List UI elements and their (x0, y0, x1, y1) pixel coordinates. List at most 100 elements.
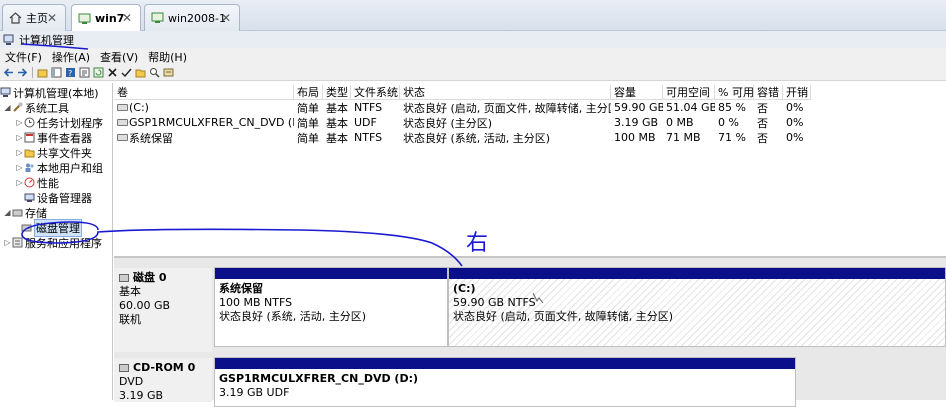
forward-arrow-icon[interactable] (17, 67, 28, 78)
column-header-layout[interactable]: 布局 (294, 85, 323, 100)
users-icon (24, 162, 35, 173)
volume-icon (117, 134, 128, 141)
expand-arrow-icon[interactable]: ▷ (15, 178, 24, 187)
tree-node-device-manager[interactable]: 设备管理器 (24, 190, 92, 205)
settings-icon[interactable] (163, 67, 174, 78)
services-icon (12, 237, 23, 248)
tree-node-disk-management[interactable]: 磁盘管理 (21, 218, 82, 237)
table-cell: 85 % (718, 101, 746, 114)
performance-icon (24, 177, 35, 188)
tree-node-shared-folders[interactable]: ▷ 共享文件夹 (15, 145, 92, 160)
delete-icon[interactable] (107, 67, 118, 78)
menu-view[interactable]: 查看(V) (100, 49, 138, 65)
collapse-arrow-icon[interactable]: ◢ (3, 103, 12, 112)
tab-win2008-1[interactable]: win2008-1 ✕ (144, 4, 240, 31)
column-header-status[interactable]: 状态 (400, 85, 611, 100)
partition-size: 3.19 GB UDF (219, 386, 290, 399)
disk-0-label[interactable]: 磁盘 0 基本 60.00 GB 联机 (114, 268, 212, 352)
device-manager-icon (24, 192, 35, 203)
cd-drive-icon (119, 364, 129, 372)
volume-name-cell: GSP1RMCULXFRER_CN_DVD (D:) (114, 115, 294, 130)
menu-help[interactable]: 帮助(H) (148, 49, 187, 65)
table-cell: 0% (786, 131, 804, 144)
partition-info: GSP1RMCULXFRER_CN_DVD (D:) 3.19 GB UDF (219, 372, 418, 400)
open-folder-icon[interactable] (135, 67, 146, 78)
table-cell: 3.19 GB (614, 116, 659, 129)
up-folder-icon[interactable] (37, 67, 48, 78)
vm-icon (151, 12, 164, 24)
partition-size: 100 MB NTFS (219, 296, 293, 309)
column-header-overhead[interactable]: 开销 (783, 85, 811, 100)
tree-node-local-users[interactable]: ▷ 本地用户和组 (15, 160, 103, 175)
table-cell: 基本 (326, 131, 348, 145)
column-header-percent-free[interactable]: % 可用 (715, 85, 754, 100)
cell-text: (C:) (129, 101, 149, 114)
tree-node-label: 本地用户和组 (37, 161, 103, 175)
tab-label: win2008-1 (168, 11, 226, 25)
clock-icon (24, 117, 35, 128)
toolbar: ? (0, 65, 946, 81)
checkmark-icon[interactable] (121, 67, 132, 78)
tree-node-services-apps[interactable]: ▷ 服务和应用程序 (3, 235, 102, 250)
help-icon[interactable]: ? (65, 67, 76, 78)
tab-label: win7 (95, 12, 125, 25)
tree-node-label: 任务计划程序 (37, 116, 103, 130)
tab-bar: 主页 ✕ win7 ✕ win2008-1 ✕ (0, 0, 946, 32)
menu-action[interactable]: 操作(A) (52, 49, 90, 65)
search-icon[interactable] (149, 67, 160, 78)
tree-node-event-viewer[interactable]: ▷ 事件查看器 (15, 130, 92, 145)
tree-node-system-tools[interactable]: ◢ 系统工具 (3, 100, 69, 115)
window-title-bar: 计算机管理 (0, 31, 946, 48)
column-header-fault-tolerance[interactable]: 容错 (754, 85, 783, 100)
collapse-arrow-icon[interactable]: ◢ (3, 208, 12, 217)
table-cell: 状态良好 (系统, 活动, 主分区) (403, 131, 551, 145)
expand-arrow-icon[interactable]: ▷ (15, 148, 24, 157)
table-cell: 简单 (297, 101, 319, 115)
show-hide-tree-icon[interactable] (51, 67, 62, 78)
column-header-free-space[interactable]: 可用空间 (663, 85, 715, 100)
tree-node-task-scheduler[interactable]: ▷ 任务计划程序 (15, 115, 103, 130)
tab-home[interactable]: 主页 ✕ (2, 4, 66, 31)
column-header-filesystem[interactable]: 文件系统 (351, 85, 400, 100)
properties-icon[interactable] (79, 67, 90, 78)
expand-arrow-icon[interactable]: ▷ (3, 238, 12, 247)
tree-node-label: 设备管理器 (37, 191, 92, 205)
close-icon[interactable]: ✕ (47, 11, 57, 25)
menu-file[interactable]: 文件(F) (5, 49, 42, 65)
disk-type: DVD (119, 375, 144, 388)
column-header-type[interactable]: 类型 (323, 85, 351, 100)
partition-status: 状态良好 (启动, 页面文件, 故障转储, 主分区) (453, 310, 674, 323)
tree-node-performance[interactable]: ▷ 性能 (15, 175, 59, 190)
column-header-capacity[interactable]: 容量 (611, 85, 663, 100)
tree-node-label: 系统工具 (25, 101, 69, 115)
partition-info: (C:) 59.90 GB NTFS 状态良好 (启动, 页面文件, 故障转储,… (453, 282, 673, 324)
cdrom-0-label[interactable]: CD-ROM 0 DVD 3.19 GB (114, 358, 212, 402)
hard-disk-icon (119, 274, 129, 282)
table-cell: NTFS (354, 101, 383, 114)
volume-icon (117, 104, 128, 111)
close-icon[interactable]: ✕ (122, 11, 132, 25)
vm-icon (78, 13, 91, 25)
volume-name-cell: (C:) (114, 100, 294, 115)
column-header-volume[interactable]: 卷 (114, 85, 294, 100)
close-icon[interactable]: ✕ (221, 11, 231, 25)
refresh-icon[interactable] (93, 67, 104, 78)
expand-arrow-icon[interactable]: ▷ (15, 133, 24, 142)
table-cell: 否 (757, 131, 768, 145)
expand-arrow-icon[interactable]: ▷ (15, 163, 24, 172)
disk-size: 3.19 GB (119, 389, 164, 402)
partition-name: (C:) (453, 282, 476, 295)
expand-arrow-icon[interactable]: ▷ (15, 118, 24, 127)
table-cell: 0% (786, 116, 804, 129)
storage-icon (12, 207, 23, 218)
tree-node-computer-management[interactable]: 计算机管理(本地) (0, 85, 99, 100)
tab-win7[interactable]: win7 ✕ (71, 4, 141, 32)
event-log-icon (24, 132, 35, 143)
partition-size: 59.90 GB NTFS (453, 296, 536, 309)
partition-c[interactable]: (C:) 59.90 GB NTFS 状态良好 (启动, 页面文件, 故障转储,… (448, 267, 946, 347)
disk-status: 联机 (119, 313, 141, 326)
partition-system-reserved[interactable]: 系统保留 100 MB NTFS 状态良好 (系统, 活动, 主分区) (214, 267, 448, 347)
back-arrow-icon[interactable] (3, 67, 14, 78)
partition-name: GSP1RMCULXFRER_CN_DVD (D:) (219, 372, 419, 385)
tree-node-label: 服务和应用程序 (25, 236, 102, 250)
